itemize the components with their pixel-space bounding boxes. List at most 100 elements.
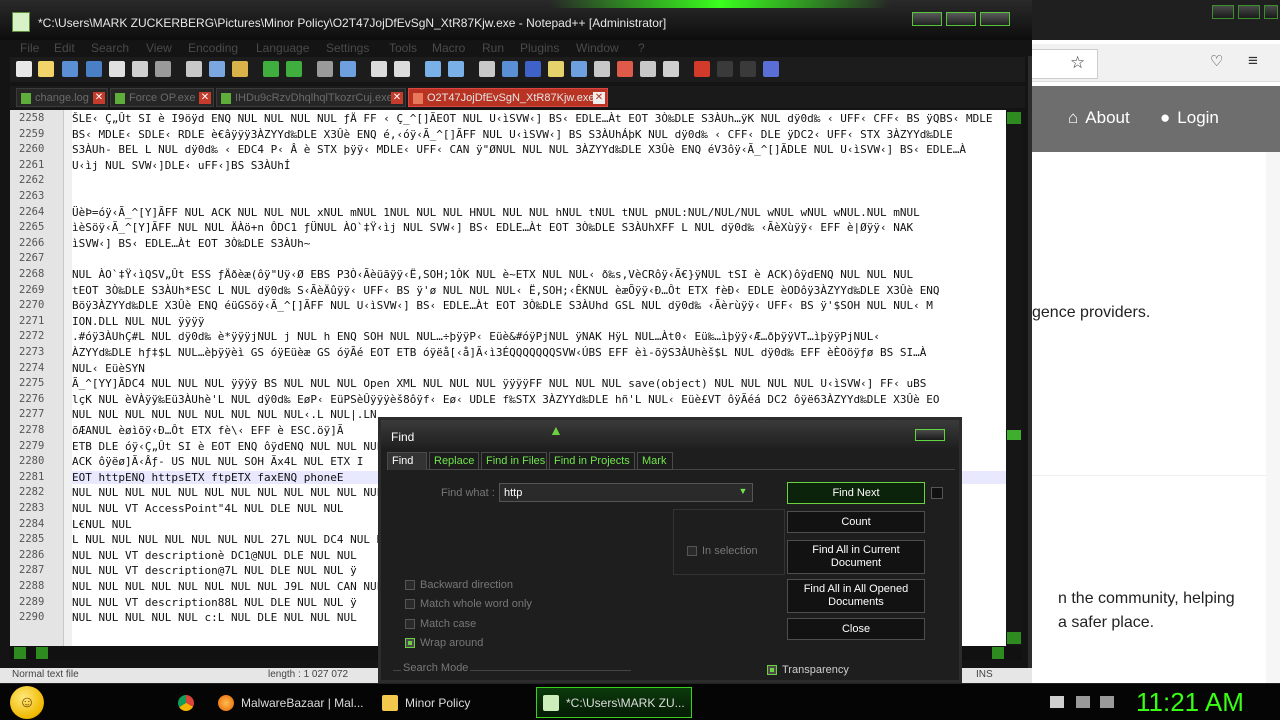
- close-all-icon[interactable]: [132, 61, 148, 77]
- zoom-in-icon[interactable]: [371, 61, 387, 77]
- playback-multiple-icon[interactable]: [740, 61, 756, 77]
- redo-icon[interactable]: [286, 61, 302, 77]
- zoom-out-icon[interactable]: [394, 61, 410, 77]
- menu-file[interactable]: File: [20, 41, 39, 55]
- maximize-button[interactable]: [946, 12, 976, 26]
- network-icon[interactable]: [1076, 696, 1090, 708]
- sync-horizontal-icon[interactable]: [448, 61, 464, 77]
- taskbar-firefox[interactable]: MalwareBazaar | Mal...: [212, 687, 366, 718]
- save-icon[interactable]: [62, 61, 78, 77]
- menu-plugins[interactable]: Plugins: [520, 41, 559, 55]
- copy-icon[interactable]: [209, 61, 225, 77]
- find-all-current-button[interactable]: Find All in Current Document: [787, 540, 925, 574]
- taskbar-chrome[interactable]: [172, 687, 206, 718]
- scroll-left-icon[interactable]: [14, 647, 26, 659]
- function-list-icon[interactable]: [594, 61, 610, 77]
- monitoring-icon[interactable]: [640, 61, 656, 77]
- toggle-options-button[interactable]: [931, 487, 943, 499]
- transparency-checkbox[interactable]: Transparency: [767, 664, 849, 676]
- close-button[interactable]: [1264, 5, 1278, 19]
- replace-icon[interactable]: [340, 61, 356, 77]
- start-button[interactable]: ☺: [10, 686, 44, 719]
- taskbar-explorer[interactable]: Minor Policy: [376, 687, 526, 718]
- word-wrap-icon[interactable]: [479, 61, 495, 77]
- tab-find[interactable]: Find: [387, 452, 427, 470]
- hamburger-menu-icon[interactable]: ≡: [1248, 51, 1258, 71]
- print-icon[interactable]: [155, 61, 171, 77]
- close-button[interactable]: [915, 429, 945, 441]
- match-case-checkbox[interactable]: Match case: [405, 618, 476, 630]
- scroll-down-icon[interactable]: [1007, 632, 1021, 644]
- save-macro-icon[interactable]: [763, 61, 779, 77]
- close-icon[interactable]: ✕: [391, 92, 403, 104]
- menu-view[interactable]: View: [146, 41, 172, 55]
- save-all-icon[interactable]: [86, 61, 102, 77]
- menu-search[interactable]: Search: [91, 41, 129, 55]
- scrollbar[interactable]: [1266, 152, 1280, 683]
- menu-run[interactable]: Run: [482, 41, 504, 55]
- minimize-button[interactable]: [1212, 5, 1234, 19]
- menu-settings[interactable]: Settings: [326, 41, 369, 55]
- pocket-icon[interactable]: ♡: [1210, 52, 1223, 70]
- indent-guide-icon[interactable]: [525, 61, 541, 77]
- wrap-around-checkbox[interactable]: Wrap around: [405, 637, 483, 649]
- playback-icon[interactable]: [717, 61, 733, 77]
- backward-direction-checkbox[interactable]: Backward direction: [405, 579, 513, 591]
- udl-icon[interactable]: [548, 61, 564, 77]
- flag-icon[interactable]: [1050, 696, 1064, 708]
- close-icon[interactable]: ✕: [593, 92, 605, 104]
- close-dialog-button[interactable]: Close: [787, 618, 925, 640]
- tab-find-in-files[interactable]: Find in Files: [481, 452, 547, 470]
- find-next-button[interactable]: Find Next: [787, 482, 925, 504]
- close-button[interactable]: [980, 12, 1010, 26]
- volume-icon[interactable]: [1100, 696, 1114, 708]
- nav-login[interactable]: ● Login: [1160, 108, 1219, 128]
- tab-ihdu9[interactable]: IHDu9cRzvDhqlhqlTkozrCuj.exe ✕: [216, 88, 406, 107]
- chevron-down-icon[interactable]: ▼: [737, 486, 749, 498]
- find-all-opened-button[interactable]: Find All in All Opened Documents: [787, 579, 925, 613]
- menu-macro[interactable]: Macro: [432, 41, 465, 55]
- sync-vertical-icon[interactable]: [425, 61, 441, 77]
- nav-about[interactable]: ⌂ About: [1068, 108, 1130, 128]
- new-file-icon[interactable]: [16, 61, 32, 77]
- menu-window[interactable]: Window: [576, 41, 619, 55]
- stop-record-icon[interactable]: [694, 61, 710, 77]
- find-what-input[interactable]: [499, 483, 753, 502]
- clock[interactable]: 11:21 AM: [1136, 687, 1244, 718]
- menu-edit[interactable]: Edit: [54, 41, 75, 55]
- close-icon[interactable]: ✕: [199, 92, 211, 104]
- url-bar[interactable]: ☆: [1032, 49, 1098, 79]
- folder-workspace-icon[interactable]: [617, 61, 633, 77]
- tab-replace[interactable]: Replace: [429, 452, 479, 470]
- close-file-icon[interactable]: [109, 61, 125, 77]
- tab-o2t47[interactable]: O2T47JojDfEvSgN_XtR87Kjw.exe ✕: [408, 88, 608, 107]
- menu-tools[interactable]: Tools: [389, 41, 417, 55]
- scroll-right-icon[interactable]: [992, 647, 1004, 659]
- undo-icon[interactable]: [263, 61, 279, 77]
- macro-record-icon[interactable]: [663, 61, 679, 77]
- scroll-up-icon[interactable]: [1007, 112, 1021, 124]
- match-whole-word-checkbox[interactable]: Match whole word only: [405, 598, 532, 610]
- tab-force-op[interactable]: Force OP.exe ✕: [110, 88, 214, 107]
- maximize-button[interactable]: [1238, 5, 1260, 19]
- taskbar-notepadpp[interactable]: *C:\Users\MARK ZU...: [536, 687, 692, 718]
- menu-encoding[interactable]: Encoding: [188, 41, 238, 55]
- star-icon[interactable]: ☆: [1070, 53, 1085, 73]
- show-all-chars-icon[interactable]: [502, 61, 518, 77]
- close-icon[interactable]: ✕: [93, 92, 105, 104]
- scroll-thumb[interactable]: [36, 647, 48, 659]
- find-icon[interactable]: [317, 61, 333, 77]
- count-button[interactable]: Count: [787, 511, 925, 533]
- tab-find-in-projects[interactable]: Find in Projects: [549, 452, 635, 470]
- minimize-button[interactable]: [912, 12, 942, 26]
- paste-icon[interactable]: [232, 61, 248, 77]
- scroll-thumb[interactable]: [1007, 430, 1021, 440]
- tab-change-log[interactable]: change.log ✕: [16, 88, 108, 107]
- cut-icon[interactable]: [186, 61, 202, 77]
- menu-language[interactable]: Language: [256, 41, 309, 55]
- open-file-icon[interactable]: [38, 61, 54, 77]
- in-selection-checkbox[interactable]: In selection: [687, 545, 758, 557]
- menu-help[interactable]: ?: [638, 41, 645, 55]
- vertical-scrollbar[interactable]: [1006, 110, 1022, 646]
- tab-mark[interactable]: Mark: [637, 452, 673, 470]
